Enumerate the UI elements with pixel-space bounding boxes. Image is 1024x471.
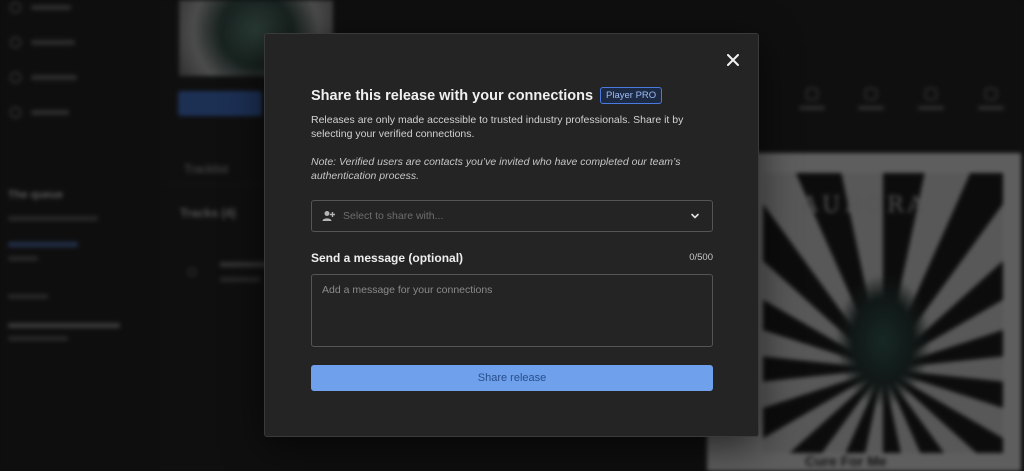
modal-title: Share this release with your connections: [311, 87, 594, 104]
share-modal: Share this release with your connections…: [264, 33, 759, 437]
message-textarea[interactable]: [311, 274, 713, 347]
close-icon: [727, 54, 739, 66]
share-with-select[interactable]: Select to share with...: [311, 200, 713, 232]
close-button[interactable]: [723, 49, 743, 71]
select-placeholder: Select to share with...: [343, 210, 444, 222]
modal-header: Share this release with your connections…: [311, 87, 663, 104]
share-release-button[interactable]: Share release: [311, 365, 713, 391]
message-char-count: 0/500: [689, 252, 713, 263]
person-add-icon: [322, 211, 335, 221]
chevron-down-icon: [691, 213, 699, 219]
message-label: Send a message (optional): [311, 251, 464, 265]
modal-note: Note: Verified users are contacts you’ve…: [311, 156, 681, 182]
modal-description: Releases are only made accessible to tru…: [311, 114, 684, 140]
player-pro-badge: Player PRO: [600, 87, 663, 104]
